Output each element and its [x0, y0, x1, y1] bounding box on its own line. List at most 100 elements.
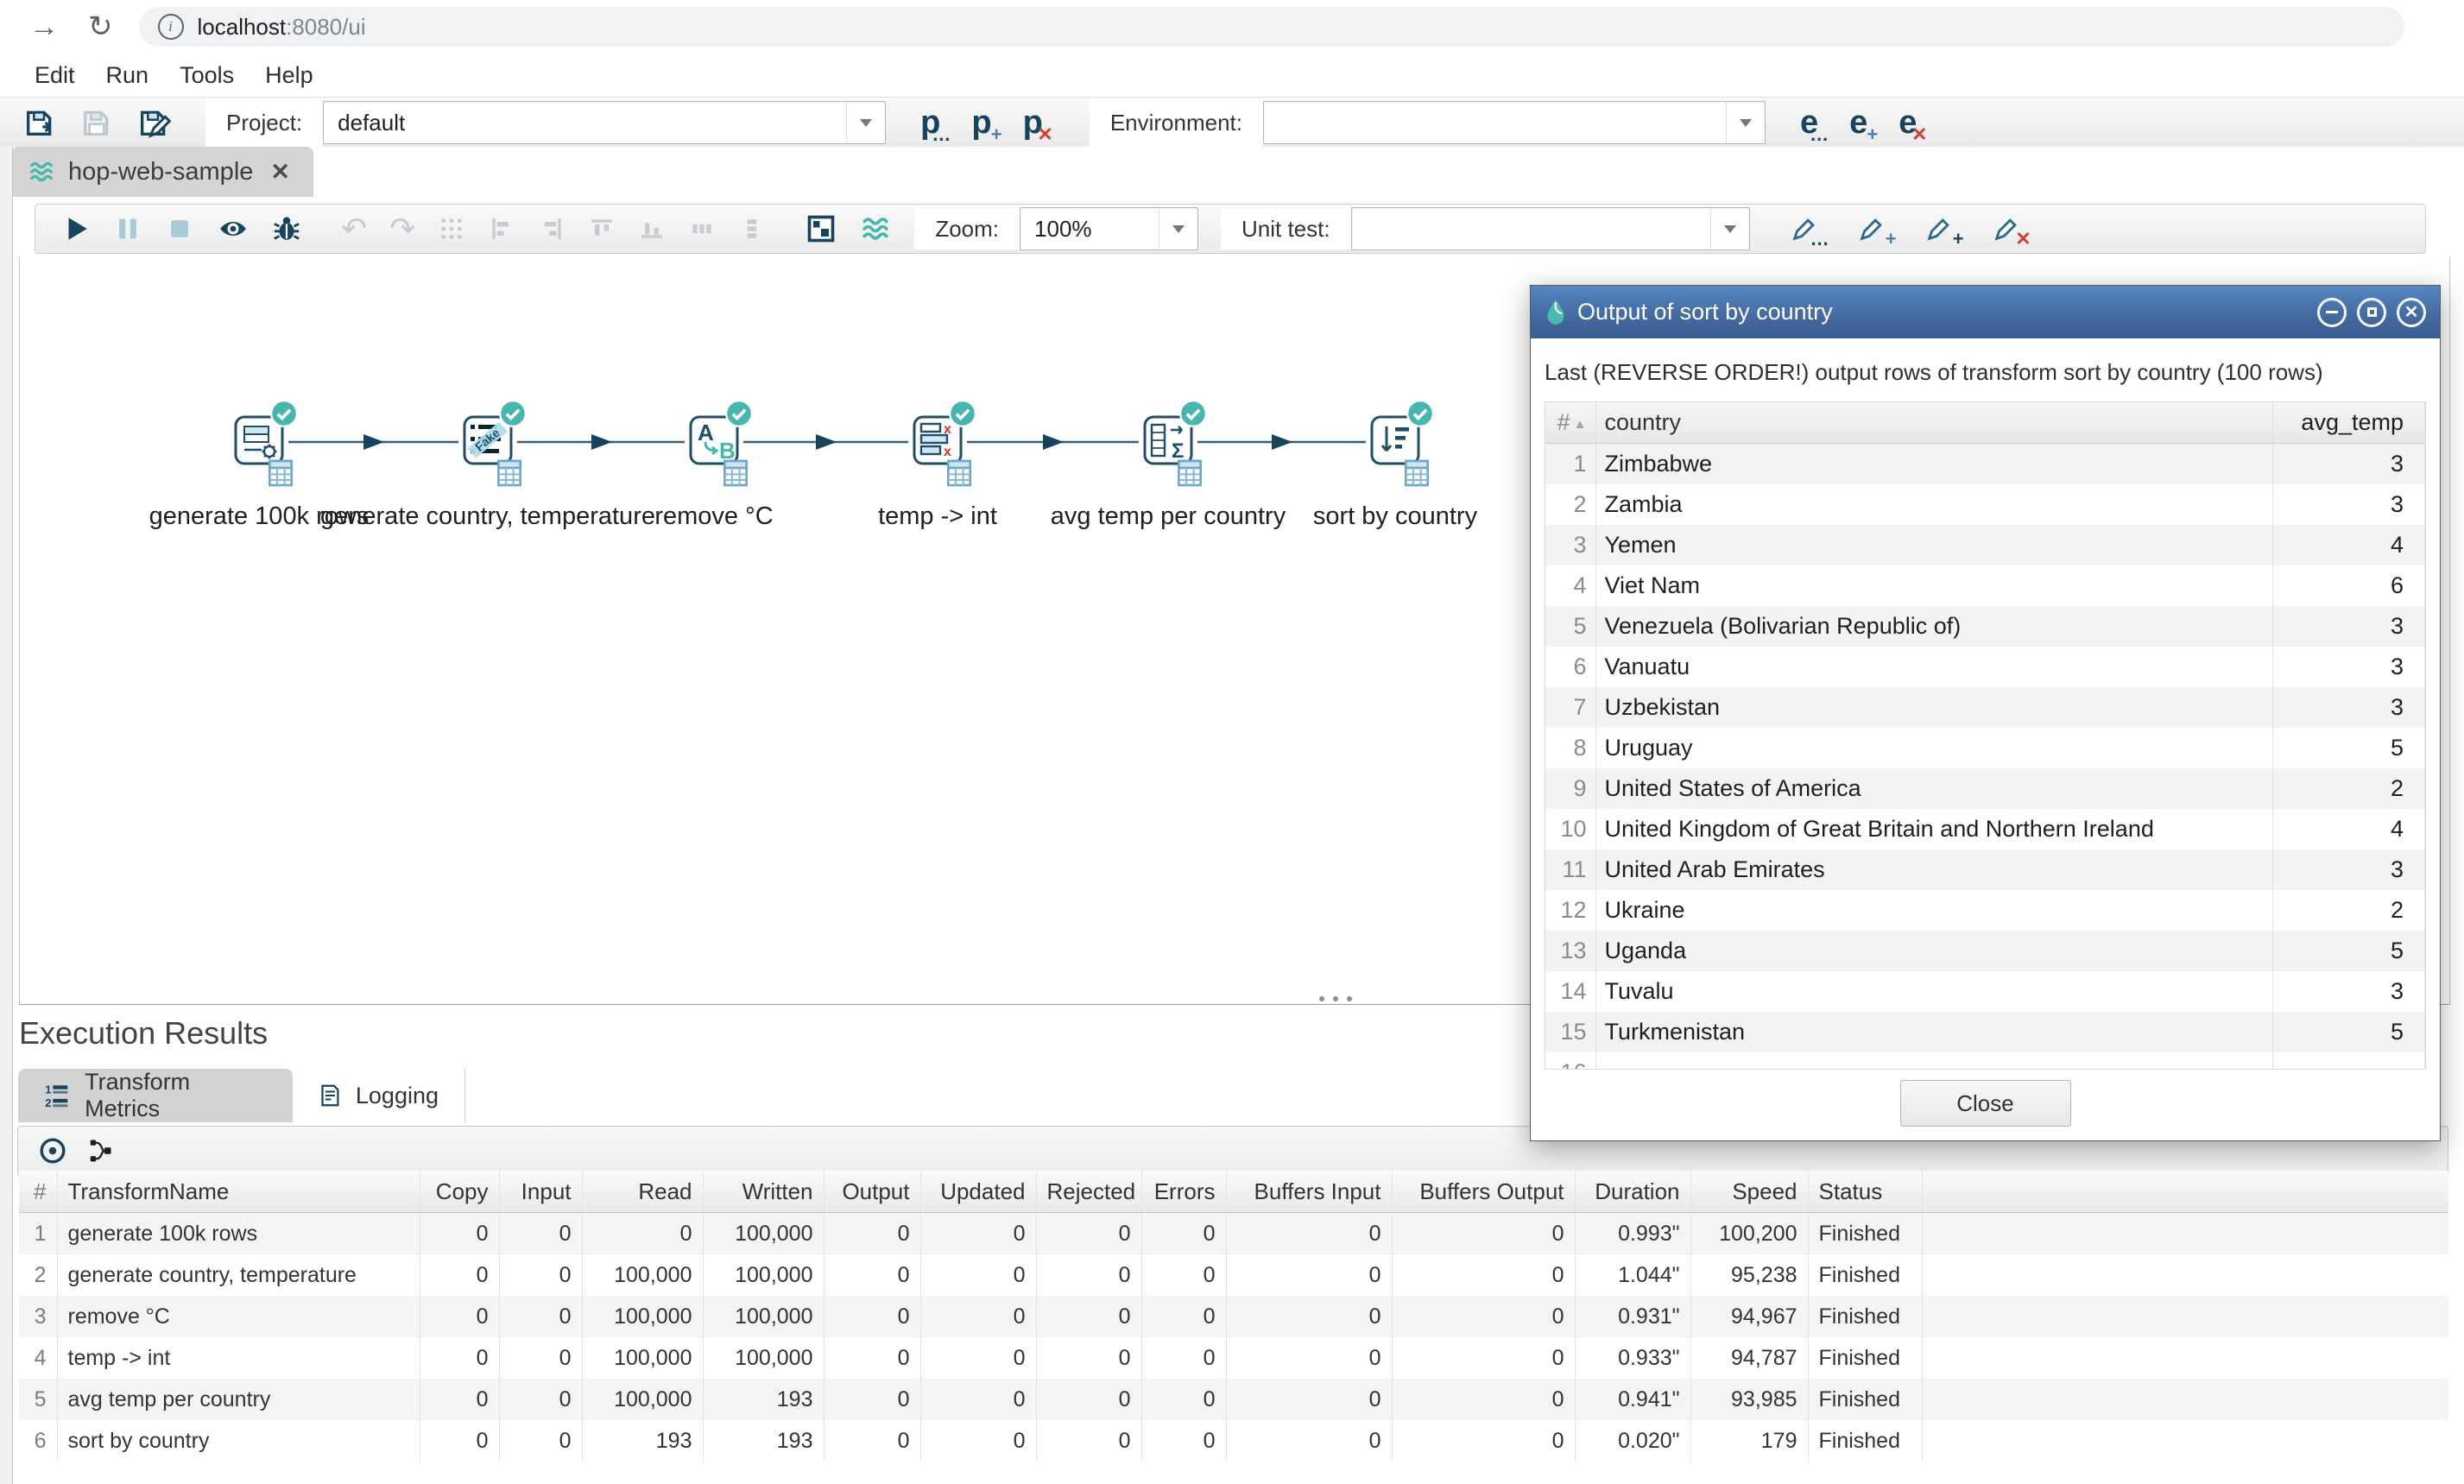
preview-eye-icon[interactable] — [217, 214, 250, 243]
column-header[interactable]: Duration — [1575, 1171, 1690, 1213]
transform-node-generate-rows[interactable]: generate 100k rows — [231, 413, 287, 468]
tab-transform-metrics[interactable]: 12 Transform Metrics — [18, 1069, 293, 1122]
table-row[interactable]: 15Turkmenistan5 — [1545, 1012, 2425, 1052]
column-header[interactable]: Read — [582, 1171, 703, 1213]
unit-test-caret-icon[interactable] — [1710, 208, 1749, 249]
unit-test-select[interactable] — [1351, 207, 1750, 250]
data-badge-icon[interactable] — [946, 459, 972, 487]
column-header[interactable]: Speed — [1690, 1171, 1808, 1213]
forward-icon[interactable]: → — [29, 12, 59, 41]
edit-unit-test-button[interactable]: … — [1790, 214, 1819, 243]
table-row[interactable]: 14Tuvalu3 — [1545, 971, 2425, 1012]
site-info-icon[interactable]: i — [158, 14, 184, 40]
data-badge-icon[interactable] — [1404, 459, 1430, 487]
tab-logging[interactable]: Logging — [293, 1069, 465, 1122]
edit-environment-button[interactable]: e… — [1800, 106, 1818, 139]
table-row[interactable]: 12Ukraine2 — [1545, 890, 2425, 931]
show-execution-panel-icon[interactable] — [806, 213, 837, 244]
table-row[interactable]: 7Uzbekistan3 — [1545, 687, 2425, 728]
add-environment-button[interactable]: e+ — [1849, 106, 1867, 139]
dialog-titlebar[interactable]: Output of sort by country ✕ — [1531, 286, 2440, 338]
menu-tools[interactable]: Tools — [164, 62, 250, 89]
table-cell: Finished — [1808, 1420, 1922, 1462]
column-header[interactable]: Input — [499, 1171, 582, 1213]
add-project-button[interactable]: p+ — [971, 106, 991, 139]
table-row[interactable]: 5Venezuela (Bolivarian Republic of)3 — [1545, 606, 2425, 647]
show-hide-inactive-icon[interactable] — [39, 1137, 66, 1165]
table-row[interactable]: 3Yemen4 — [1545, 525, 2425, 565]
table-row[interactable]: 6Vanuatu3 — [1545, 647, 2425, 687]
edit-project-button[interactable]: p… — [920, 106, 940, 139]
data-badge-icon[interactable] — [496, 459, 522, 487]
project-caret-icon[interactable] — [846, 102, 885, 143]
stop-icon[interactable] — [165, 214, 194, 243]
column-header[interactable]: TransformName — [57, 1171, 420, 1213]
zoom-caret-icon[interactable] — [1159, 208, 1197, 249]
table-row[interactable]: 11United Arab Emirates3 — [1545, 849, 2425, 890]
reload-icon[interactable]: ↻ — [88, 12, 113, 41]
project-select[interactable]: default — [323, 101, 886, 144]
column-header[interactable]: Written — [703, 1171, 824, 1213]
table-row[interactable]: 4Viet Nam6 — [1545, 565, 2425, 606]
pipeline-waves-icon[interactable] — [859, 214, 892, 243]
sash-handle-icon[interactable] — [1319, 996, 1357, 1001]
table-row[interactable]: 8Uruguay5 — [1545, 728, 2425, 768]
clean-lineage-icon[interactable] — [87, 1138, 113, 1164]
column-header-index[interactable]: #▲ — [1545, 402, 1595, 444]
save-as-icon[interactable] — [136, 105, 171, 140]
table-row[interactable]: 1generate 100k rows000100,0000000000.993… — [19, 1213, 2448, 1255]
minimize-icon[interactable] — [2317, 298, 2347, 327]
table-row[interactable]: 10United Kingdom of Great Britain and No… — [1545, 809, 2425, 849]
maximize-icon[interactable] — [2357, 298, 2386, 327]
zoom-select[interactable]: 100% — [1020, 207, 1198, 250]
close-button[interactable]: Close — [1900, 1080, 2071, 1127]
transform-node-replace-text[interactable]: A B remove °C — [686, 413, 742, 468]
column-header[interactable]: Status — [1808, 1171, 1922, 1213]
table-row[interactable]: 2generate country, temperature00100,0001… — [19, 1254, 2448, 1296]
column-header[interactable]: Copy — [420, 1171, 499, 1213]
column-header-country[interactable]: country — [1595, 402, 2273, 444]
delete-project-button[interactable]: p✕ — [1023, 106, 1043, 139]
tab-close-icon[interactable]: ✕ — [270, 159, 290, 186]
column-header[interactable]: Rejected — [1036, 1171, 1141, 1213]
table-row[interactable]: 5avg temp per country00100,0001930000000… — [19, 1379, 2448, 1420]
transform-node-sort-rows[interactable]: sort by country — [1368, 413, 1423, 468]
table-row[interactable]: 1Zimbabwe3 — [1545, 444, 2425, 485]
open-file-icon[interactable] — [22, 105, 57, 140]
table-row[interactable]: 16 — [1545, 1052, 2425, 1070]
table-row[interactable]: 6sort by country001931930000000.020"179F… — [19, 1420, 2448, 1462]
transform-node-fake-data[interactable]: Fake generate country, temperature — [460, 413, 515, 468]
menu-run[interactable]: Run — [91, 62, 165, 89]
column-header[interactable]: Updated — [920, 1171, 1036, 1213]
transform-node-select-values[interactable]: x x temp -> int — [910, 413, 965, 468]
close-icon[interactable]: ✕ — [2397, 298, 2426, 327]
url-bar[interactable]: i localhost:8080/ui — [139, 7, 2404, 47]
table-row[interactable]: 4temp -> int00100,000100,0000000000.933"… — [19, 1337, 2448, 1379]
pause-icon[interactable] — [113, 214, 142, 243]
edit-unit-test-data-button[interactable]: + — [1924, 214, 1954, 243]
environment-caret-icon[interactable] — [1726, 102, 1765, 143]
environment-select[interactable] — [1263, 101, 1766, 144]
delete-environment-button[interactable]: e✕ — [1899, 106, 1917, 139]
data-badge-icon[interactable] — [723, 459, 749, 487]
new-unit-test-button[interactable]: + — [1857, 214, 1886, 243]
debug-bug-icon[interactable] — [272, 214, 301, 243]
column-header[interactable]: Buffers Output — [1392, 1171, 1575, 1213]
column-header[interactable]: Errors — [1141, 1171, 1226, 1213]
delete-unit-test-button[interactable]: ✕ — [1992, 214, 2021, 243]
column-header-avg-temp[interactable]: avg_temp — [2273, 402, 2425, 444]
menu-edit[interactable]: Edit — [19, 62, 91, 89]
column-header[interactable]: Output — [824, 1171, 920, 1213]
table-row[interactable]: 13Uganda5 — [1545, 931, 2425, 971]
column-header[interactable]: # — [19, 1171, 57, 1213]
tab-hop-web-sample[interactable]: hop-web-sample ✕ — [11, 147, 313, 197]
data-badge-icon[interactable] — [268, 459, 294, 487]
table-row[interactable]: 2Zambia3 — [1545, 484, 2425, 525]
table-row[interactable]: 3remove °C00100,000100,0000000000.931"94… — [19, 1296, 2448, 1337]
run-icon[interactable] — [61, 214, 91, 243]
column-header[interactable]: Buffers Input — [1226, 1171, 1392, 1213]
table-row[interactable]: 9United States of America2 — [1545, 768, 2425, 809]
transform-node-group-by[interactable]: Σ avg temp per country — [1140, 413, 1196, 468]
menu-help[interactable]: Help — [250, 62, 329, 89]
data-badge-icon[interactable] — [1177, 459, 1203, 487]
